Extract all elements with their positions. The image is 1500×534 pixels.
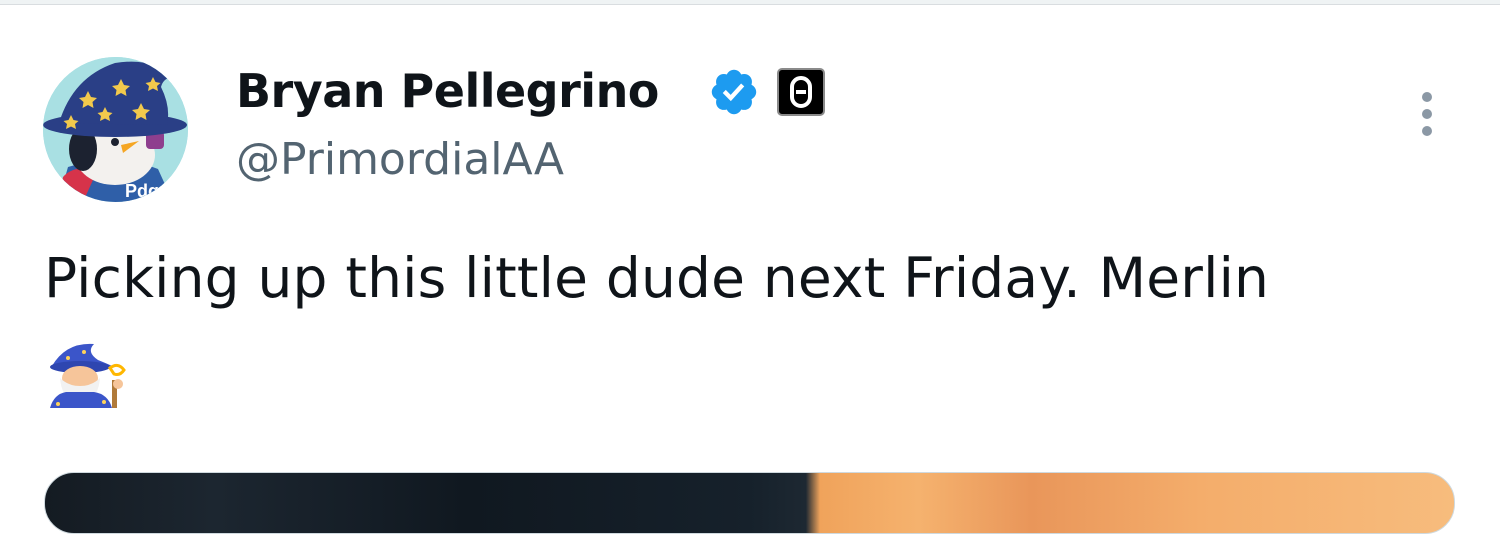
author-name[interactable]: Bryan Pellegrino: [236, 60, 659, 122]
tweet: Pdg Bryan Pellegrino @PrimordialAA Picki…: [0, 6, 1500, 534]
mage-emoji-icon: [50, 343, 126, 408]
vertical-ellipsis-icon: [1422, 92, 1432, 136]
tweet-media-image[interactable]: [44, 472, 1455, 534]
top-divider: [0, 0, 1500, 5]
penguin-wizard-avatar-icon: Pdg: [43, 57, 188, 202]
layerzero-logo-icon[interactable]: [776, 67, 826, 117]
more-options-button[interactable]: [1406, 84, 1448, 146]
verified-badge-icon[interactable]: [708, 66, 760, 118]
svg-text:Pdg: Pdg: [125, 181, 159, 201]
tweet-text: Picking up this little dude next Friday.…: [44, 246, 1270, 310]
author-handle[interactable]: @PrimordialAA: [236, 130, 564, 190]
author-avatar[interactable]: Pdg: [43, 57, 188, 202]
